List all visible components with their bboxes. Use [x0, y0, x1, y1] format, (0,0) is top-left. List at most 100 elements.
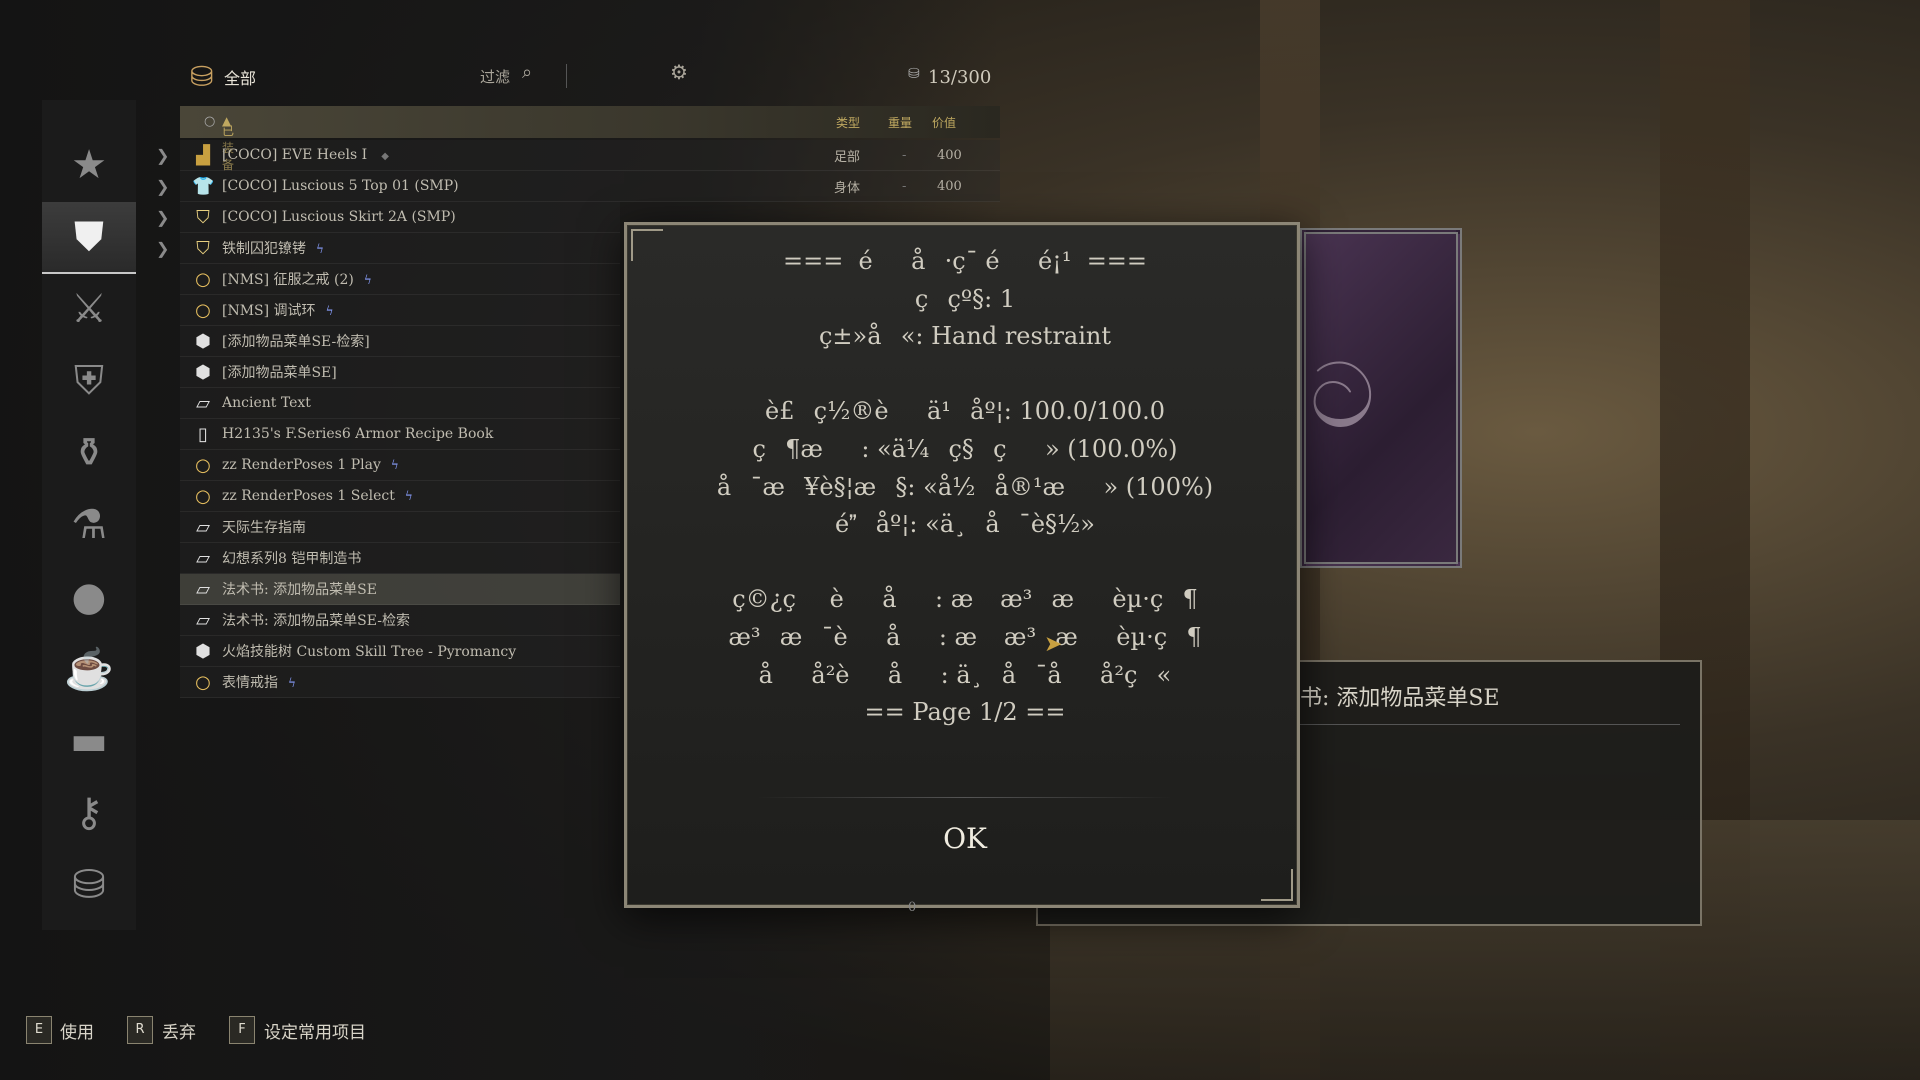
column-equipped[interactable]: 已装备 ▲: [222, 114, 234, 172]
search-icon[interactable]: ⌕: [522, 62, 532, 83]
item-name: zz RenderPoses 1 Play ϟ: [222, 457, 399, 473]
expand-chevron-icon[interactable]: ❯: [156, 177, 170, 196]
item-name-text: 天际生存指南: [222, 520, 306, 536]
item-row[interactable]: ⬢ [添加物品菜单SE-检索]: [180, 326, 620, 357]
note-icon: ▯: [198, 423, 208, 445]
item-row[interactable]: ❯ 👕 [COCO] Luscious 5 Top 01 (SMP) 身体 - 400: [156, 171, 1000, 202]
diamond-icon: ◆: [381, 151, 389, 162]
item-row[interactable]: ▯ H2135's F.Series6 Armor Recipe Book: [180, 419, 620, 450]
weight-icon: ⛁: [908, 66, 920, 82]
bag-icon: ⛁: [190, 60, 214, 93]
category-misc[interactable]: ⛁: [42, 850, 136, 920]
item-row[interactable]: ○ [NMS] 调试环 ϟ: [180, 295, 620, 326]
item-row[interactable]: ○ [NMS] 征服之戒 (2) ϟ: [180, 264, 620, 295]
food-icon: ●: [71, 574, 107, 620]
category-favorites[interactable]: ★: [42, 130, 136, 200]
box-icon: ⬢: [195, 640, 211, 662]
ring-icon: ○: [195, 454, 211, 476]
inventory-header: ⛁ 全部 过滤 ⌕ ⚙ ⛁ 13/300: [180, 50, 1000, 104]
item-row[interactable]: ▱ Ancient Text: [180, 388, 620, 419]
category-books[interactable]: ▬: [42, 706, 136, 776]
expand-chevron-icon[interactable]: ❯: [156, 239, 170, 258]
item-row[interactable]: ▱ 天际生存指南: [180, 512, 620, 543]
column-header: ○ 已装备 ▲ 类型 重量 价值: [180, 106, 1000, 172]
item-name: Ancient Text: [222, 395, 311, 411]
item-row[interactable]: ▱ 幻想系列8 铠甲制造书: [180, 543, 620, 574]
potions-icon: ⚱: [72, 430, 106, 476]
category-keys[interactable]: ⚷: [42, 778, 136, 848]
category-apparel[interactable]: ⛊: [42, 202, 136, 274]
key-e-icon[interactable]: E: [26, 1016, 52, 1044]
item-name-text: zz RenderPoses 1 Play: [222, 457, 381, 473]
scrolls-icon: ⚗: [71, 502, 107, 548]
category-potions[interactable]: ⚱: [42, 418, 136, 488]
item-row[interactable]: ⬢ [添加物品菜单SE]: [180, 357, 620, 388]
footer-action-label[interactable]: 设定常用项目: [264, 1018, 366, 1043]
item-row[interactable]: ○ zz RenderPoses 1 Select ϟ: [180, 481, 620, 512]
item-name-text: [COCO] EVE Heels I: [222, 147, 368, 163]
ok-button[interactable]: OK: [915, 817, 1015, 861]
key-r-icon[interactable]: R: [127, 1016, 153, 1044]
item-name: 法术书: 添加物品菜单SE: [222, 579, 377, 599]
message-line: ç­çº§: 1: [914, 284, 1016, 313]
item-value: 400: [937, 147, 962, 163]
shield-icon: ⛉: [196, 206, 210, 228]
category-ingredients[interactable]: ☕: [42, 634, 136, 704]
message-line: [627, 544, 1303, 582]
filter-label[interactable]: 过滤: [480, 66, 510, 87]
expand-chevron-icon[interactable]: ❯: [156, 208, 170, 227]
item-name: 天际生存指南: [222, 517, 306, 537]
item-name-text: 火焰技能树 Custom Skill Tree - Pyromancy: [222, 644, 517, 660]
book-icon: ▱: [196, 547, 210, 569]
item-row[interactable]: ▱ 法术书: 添加物品菜单SE-检索: [180, 605, 620, 636]
message-text: === éå ·ç¯ éé¡¹ === ç­çº§: 1 ç±»å«: …: [627, 243, 1303, 732]
item-name: [NMS] 调试环 ϟ: [222, 300, 333, 320]
item-card-title: 书: 添加物品菜单SE: [1300, 686, 1500, 711]
item-row[interactable]: ❯ ⛉ [COCO] Luscious Skirt 2A (SMP): [156, 202, 620, 233]
item-name-text: 幻想系列8 铠甲制造书: [222, 551, 362, 567]
favorites-icon: ★: [71, 142, 107, 188]
item-row[interactable]: ⬢ 火焰技能树 Custom Skill Tree - Pyromancy: [180, 636, 620, 667]
category-weapons[interactable]: ⚔: [42, 274, 136, 344]
footer-action-label[interactable]: 使用: [60, 1018, 94, 1043]
book-preview: ට: [1300, 228, 1462, 568]
message-line: ç¶æ: «ä¼ç§ç» (100.0%): [752, 434, 1178, 463]
weapons-icon: ⚔: [71, 286, 107, 332]
item-name-text: H2135's F.Series6 Armor Recipe Book: [222, 426, 494, 442]
cursor-icon: ➤: [1044, 632, 1063, 657]
gear-icon[interactable]: ⚙: [670, 60, 688, 84]
key-f-icon[interactable]: F: [229, 1016, 255, 1044]
item-row[interactable]: ❯ ▟ [COCO] EVE Heels I ◆ 足部 - 400: [156, 140, 1000, 171]
category-title[interactable]: 全部: [224, 65, 256, 89]
column-weight[interactable]: 重量: [888, 114, 912, 131]
radio-icon[interactable]: ○: [204, 114, 215, 129]
carry-weight: 13/300: [928, 67, 992, 88]
item-row[interactable]: ▱ 法术书: 添加物品菜单SE: [180, 574, 620, 605]
item-row[interactable]: ○ 表情戒指 ϟ: [180, 667, 620, 698]
item-name-text: [添加物品菜单SE]: [222, 365, 337, 381]
item-row[interactable]: ❯ ⛉ 铁制囚犯镣铐 ϟ: [156, 233, 620, 264]
column-value[interactable]: 价值: [932, 114, 956, 131]
book-icon: ▱: [196, 609, 210, 631]
expand-chevron-icon[interactable]: ❯: [156, 146, 170, 165]
footer-action-label[interactable]: 丢弃: [162, 1018, 196, 1043]
message-line: è£ ç½®èä¹ åº¦: 100.0/100.0: [764, 397, 1165, 426]
item-name: 法术书: 添加物品菜单SE-检索: [222, 610, 410, 630]
item-weight: -: [902, 147, 907, 163]
shirt-icon: 👕: [192, 175, 215, 197]
item-value: 400: [937, 178, 962, 194]
item-name: [COCO] EVE Heels I ◆: [222, 147, 389, 163]
category-food[interactable]: ●: [42, 562, 136, 632]
item-name-text: 铁制囚犯镣铐: [222, 241, 306, 257]
category-armor[interactable]: ⛨: [42, 346, 136, 416]
category-scrolls[interactable]: ⚗: [42, 490, 136, 560]
item-card-divider: [1300, 724, 1680, 725]
item-list: ❯ ▟ [COCO] EVE Heels I ◆ 足部 - 400 ❯ 👕 [COCO] Lusc…: [156, 140, 1000, 698]
item-row[interactable]: ○ zz RenderPoses 1 Play ϟ: [180, 450, 620, 481]
modal-divider: [757, 797, 1173, 798]
shoe-icon: ▟: [196, 144, 210, 166]
apparel-icon: ⛊: [74, 214, 104, 260]
box-icon: ⬢: [195, 361, 211, 383]
message-line: === éå ·ç¯ éé¡¹ ===: [782, 247, 1148, 275]
column-type[interactable]: 类型: [836, 114, 860, 131]
